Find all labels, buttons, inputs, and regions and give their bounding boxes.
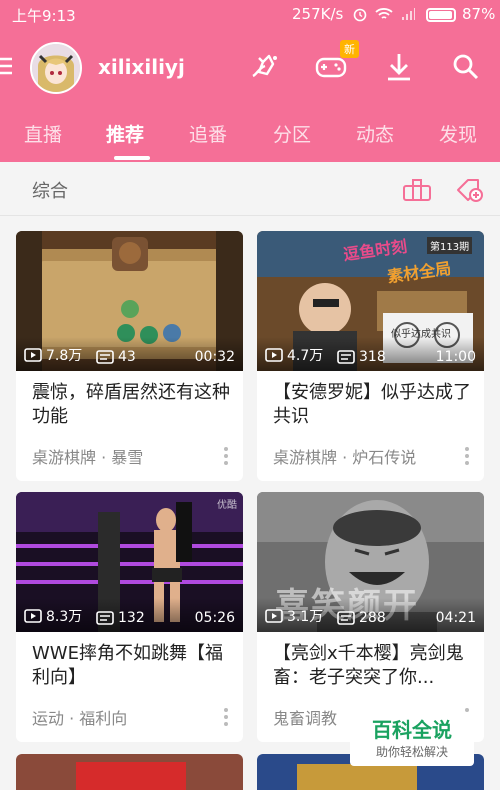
watermark-subtitle: 助你轻松解决 (375, 745, 448, 759)
video-title[interactable]: WWE摔角不如跳舞【福利向】 (32, 642, 232, 690)
more-options-icon[interactable] (223, 707, 229, 727)
play-count-icon (265, 348, 283, 362)
avatar[interactable] (30, 42, 82, 94)
danmaku-icon (337, 350, 355, 364)
network-speed: 257K/s (292, 5, 344, 23)
play-count-icon (24, 609, 42, 623)
active-tab-indicator (114, 156, 150, 160)
video-title[interactable]: 【亮剑x千本樱】亮剑鬼畜：老子突突了你... (273, 642, 473, 690)
play-count-icon (265, 609, 283, 623)
view-count: 4.7万 (265, 345, 323, 365)
episode-badge: 第113期 (427, 237, 473, 254)
video-duration: 04:21 (435, 610, 476, 626)
danmaku-count-text: 43 (118, 349, 136, 365)
view-count-text: 7.8万 (46, 348, 83, 364)
video-thumbnail (16, 754, 243, 790)
video-title[interactable]: 【安德罗妮】似乎达成了共识 (273, 381, 473, 429)
danmaku-count: 43 (96, 349, 136, 365)
new-badge: 新 (340, 40, 359, 58)
video-thumbnail[interactable]: 逗鱼时刻 第113期 素材全局 似乎达成共识 4.7万 318 11:00 (257, 231, 484, 371)
search-icon[interactable] (449, 50, 483, 84)
view-count-text: 4.7万 (287, 348, 324, 364)
signal-icon (402, 8, 415, 20)
game-center-icon[interactable] (247, 50, 281, 84)
tab-recommend[interactable]: 推荐 (106, 120, 144, 147)
watermark-title: 百科全说 (372, 718, 452, 742)
toolbar: xilixiliyj 新 (0, 36, 500, 100)
danmaku-count-text: 288 (359, 610, 386, 626)
view-count: 8.3万 (24, 606, 82, 626)
play-count-icon (24, 348, 42, 362)
tab-bar: 直播 推荐 追番 分区 动态 发现 (0, 108, 500, 162)
download-icon[interactable] (382, 50, 416, 84)
tab-discover[interactable]: 发现 (439, 120, 477, 147)
video-card[interactable]: 7.8万 43 00:32 震惊，碎盾居然还有这种功能 桌游棋牌 · 暴雪 (16, 231, 243, 481)
video-card[interactable]: 优酷 8.3万 132 05:26 WWE摔角不如跳舞【福利向】 运动 · 福利… (16, 492, 243, 742)
tab-bangumi[interactable]: 追番 (189, 120, 227, 147)
app-header: 上午9:13 257K/s 87% xilixiliyj 新 直播 推荐 追番 … (0, 0, 500, 162)
danmaku-count-text: 132 (118, 610, 145, 626)
video-card[interactable]: 逗鱼时刻 第113期 素材全局 似乎达成共识 4.7万 318 11:00 【安… (257, 231, 484, 481)
menu-icon[interactable] (0, 56, 14, 76)
status-bar: 上午9:13 257K/s 87% (0, 0, 500, 30)
video-duration: 11:00 (435, 349, 476, 365)
video-card[interactable]: 喜笑颜开 3.1万 288 04:21 【亮剑x千本樱】亮剑鬼畜：老子突突了你.… (257, 492, 484, 742)
danmaku-icon (337, 611, 355, 625)
subbar-title: 综合 (32, 181, 68, 202)
video-duration: 00:32 (194, 349, 235, 365)
danmaku-count: 132 (96, 610, 145, 626)
battery-icon (426, 8, 456, 22)
danmaku-count: 318 (337, 349, 386, 365)
tab-dynamic[interactable]: 动态 (356, 120, 394, 147)
tab-live[interactable]: 直播 (24, 120, 62, 147)
danmaku-icon (96, 611, 114, 625)
alarm-icon (353, 8, 367, 22)
video-card-partial[interactable] (16, 754, 243, 790)
battery-level: 87% (462, 5, 496, 23)
video-duration: 05:26 (194, 610, 235, 626)
view-count: 7.8万 (24, 345, 82, 365)
partition-icon[interactable] (402, 176, 432, 204)
status-time: 上午9:13 (12, 7, 76, 25)
wifi-icon (375, 8, 393, 19)
danmaku-icon (96, 350, 114, 364)
video-category[interactable]: 桌游棋牌 · 暴雪 (32, 444, 143, 468)
danmaku-count-text: 318 (359, 349, 386, 365)
danmaku-count: 288 (337, 610, 386, 626)
add-tag-icon[interactable] (455, 176, 485, 204)
view-count: 3.1万 (265, 606, 323, 626)
video-thumbnail[interactable]: 优酷 8.3万 132 05:26 (16, 492, 243, 632)
more-options-icon[interactable] (464, 446, 470, 466)
video-category[interactable]: 鬼畜调教 (273, 705, 337, 729)
username[interactable]: xilixiliyj (98, 55, 185, 79)
view-count-text: 8.3万 (46, 609, 83, 625)
view-count-text: 3.1万 (287, 609, 324, 625)
video-thumbnail[interactable]: 7.8万 43 00:32 (16, 231, 243, 371)
tab-partition[interactable]: 分区 (273, 120, 311, 147)
video-category[interactable]: 桌游棋牌 · 炉石传说 (273, 444, 416, 468)
video-title[interactable]: 震惊，碎盾居然还有这种功能 (32, 381, 232, 429)
video-category[interactable]: 运动 · 福利向 (32, 705, 127, 729)
more-options-icon[interactable] (223, 446, 229, 466)
thumbnail-watermark: 优酷 (217, 500, 237, 511)
site-watermark: 百科全说 助你轻松解决 (350, 712, 474, 766)
sub-bar: 综合 (0, 162, 500, 216)
video-thumbnail[interactable]: 喜笑颜开 3.1万 288 04:21 (257, 492, 484, 632)
